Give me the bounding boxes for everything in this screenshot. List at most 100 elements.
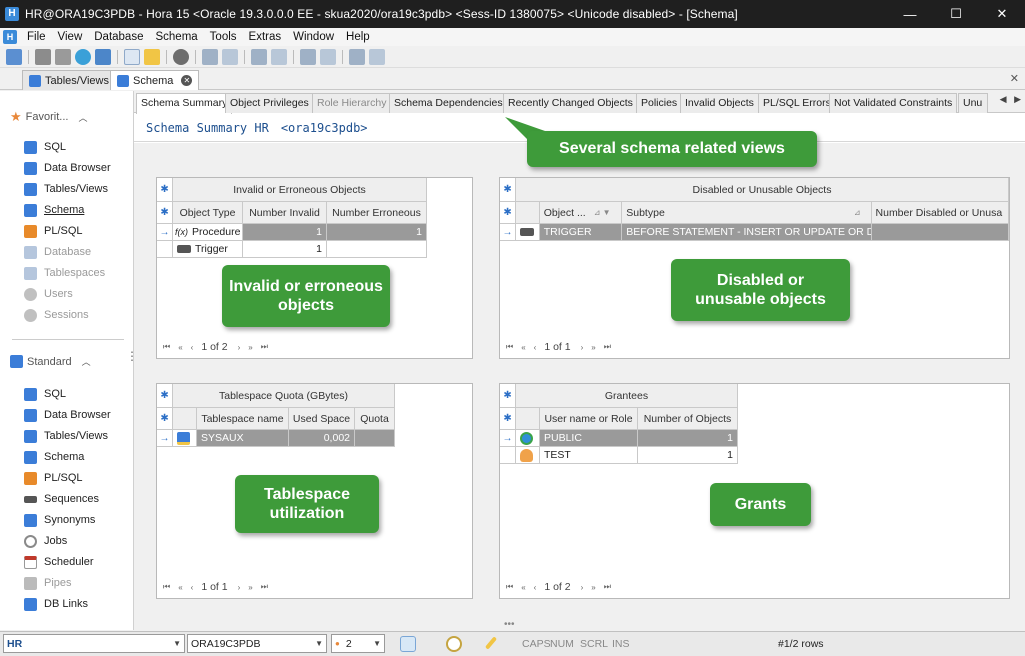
favorite-item-sql[interactable]: SQL xyxy=(24,138,66,156)
grid-options-icon[interactable]: ✱ xyxy=(500,202,516,224)
last-page-icon[interactable]: ⏭ xyxy=(261,582,268,592)
column-header[interactable]: Subtype ⊿ xyxy=(622,202,872,224)
column-header[interactable]: Number Disabled or Unusa xyxy=(871,202,1009,224)
splitter-grip-icon[interactable]: ••• xyxy=(504,619,515,630)
standard-item-data-browser[interactable]: Data Browser xyxy=(24,406,111,424)
menu-window[interactable]: Window xyxy=(287,31,340,43)
subtab-role-hierarchy[interactable]: Role Hierarchy xyxy=(312,93,392,113)
last-page-icon[interactable]: ⏭ xyxy=(604,582,611,592)
tab-tables-views[interactable]: Tables/Views xyxy=(22,70,116,90)
print-icon[interactable] xyxy=(55,48,71,65)
prev-page-icon[interactable]: ‹ xyxy=(191,583,194,592)
standard-item-plsql[interactable]: PL/SQL xyxy=(24,469,83,487)
standard-section-header[interactable]: Standard ︿ xyxy=(10,355,91,368)
dropdown-arrow-icon[interactable]: ▼ xyxy=(173,639,181,648)
grid-options-icon[interactable]: ✱ xyxy=(157,408,173,430)
chevron-up-icon[interactable]: ︿ xyxy=(82,355,91,368)
favorites-section-header[interactable]: ★ Favorit... ︿ xyxy=(10,109,87,125)
next-group-icon[interactable]: » xyxy=(591,343,595,352)
copy-icon[interactable] xyxy=(369,48,385,65)
grid-options-icon[interactable]: ✱ xyxy=(500,178,516,202)
maximize-button[interactable]: ☐ xyxy=(933,0,979,28)
grid-options-icon[interactable]: ✱ xyxy=(157,202,173,224)
menu-tools[interactable]: Tools xyxy=(204,31,243,43)
copy-icon[interactable] xyxy=(271,48,287,65)
prev-group-icon[interactable]: « xyxy=(521,583,525,592)
open-folder-icon[interactable] xyxy=(144,48,160,65)
standard-item-synonyms[interactable]: Synonyms xyxy=(24,511,95,529)
sort-icon[interactable]: ⊿ xyxy=(854,208,861,217)
subtab-object-privileges[interactable]: Object Privileges xyxy=(225,93,314,113)
table-row[interactable]: TEST 1 xyxy=(500,447,1009,464)
database-selector[interactable]: ORA19C3PDB ▼ xyxy=(187,634,327,653)
column-header[interactable]: Quota xyxy=(355,408,395,430)
table-row[interactable]: → SYSAUX 0,002 xyxy=(157,430,472,447)
column-header[interactable]: Object ... ⊿ ▼ xyxy=(539,202,623,224)
app-menu-icon[interactable]: H xyxy=(3,30,17,44)
standard-item-tables-views[interactable]: Tables/Views xyxy=(24,427,108,445)
minimize-button[interactable]: — xyxy=(887,0,933,28)
sort-filter-icon[interactable]: ⊿ ▼ xyxy=(594,208,611,217)
pencil-icon[interactable] xyxy=(484,636,498,650)
table-row[interactable]: → PUBLIC 1 xyxy=(500,430,1009,447)
standard-item-jobs[interactable]: Jobs xyxy=(24,532,67,550)
next-group-icon[interactable]: » xyxy=(248,343,252,352)
prev-page-icon[interactable]: ‹ xyxy=(534,583,537,592)
subtab-schema-dependencies[interactable]: Schema Dependencies xyxy=(389,93,508,113)
menu-help[interactable]: Help xyxy=(340,31,376,43)
print-preview-icon[interactable] xyxy=(202,48,218,65)
copy-icon[interactable] xyxy=(320,48,336,65)
column-header[interactable]: Number Erroneous xyxy=(327,202,427,224)
next-group-icon[interactable]: » xyxy=(591,583,595,592)
next-page-icon[interactable]: › xyxy=(581,343,584,352)
print-preview-icon[interactable] xyxy=(349,48,365,65)
menu-extras[interactable]: Extras xyxy=(243,31,288,43)
grid-options-icon[interactable]: ✱ xyxy=(500,408,516,430)
prev-group-icon[interactable]: « xyxy=(521,343,525,352)
column-header[interactable]: User name or Role xyxy=(540,408,638,430)
menu-schema[interactable]: Schema xyxy=(149,31,203,43)
grid-options-icon[interactable]: ✱ xyxy=(500,384,516,408)
grid-options-icon[interactable]: ✱ xyxy=(157,384,173,408)
next-page-icon[interactable]: › xyxy=(238,343,241,352)
standard-item-db-links[interactable]: DB Links xyxy=(24,595,88,613)
table-row[interactable]: → TRIGGER BEFORE STATEMENT - INSERT OR U… xyxy=(500,224,1009,241)
next-page-icon[interactable]: › xyxy=(238,583,241,592)
monitor-icon[interactable] xyxy=(95,48,111,65)
prev-page-icon[interactable]: ‹ xyxy=(191,343,194,352)
dropdown-arrow-icon[interactable]: ▼ xyxy=(315,639,323,648)
disconnect-icon[interactable] xyxy=(35,48,51,65)
grid-options-icon[interactable]: ✱ xyxy=(157,178,173,202)
column-header[interactable]: Number of Objects xyxy=(638,408,738,430)
refresh-icon[interactable] xyxy=(75,48,91,65)
subtab-not-validated-constraints[interactable]: Not Validated Constraints xyxy=(829,93,958,113)
copy-icon[interactable] xyxy=(222,48,238,65)
chevron-right-icon[interactable]: ▶ xyxy=(1014,94,1021,104)
menu-database[interactable]: Database xyxy=(88,31,149,43)
count-selector[interactable]: ● 2 ▼ xyxy=(331,634,385,653)
favorite-item-tables-views[interactable]: Tables/Views xyxy=(24,180,108,198)
chevron-up-icon[interactable]: ︿ xyxy=(78,111,87,124)
favorite-item-plsql[interactable]: PL/SQL xyxy=(24,222,83,240)
connect-icon[interactable] xyxy=(6,48,22,65)
close-all-icon[interactable]: ✕ xyxy=(1010,72,1019,85)
next-group-icon[interactable]: » xyxy=(248,583,252,592)
first-page-icon[interactable]: ⏮ xyxy=(506,582,513,592)
dropdown-arrow-icon[interactable]: ▼ xyxy=(373,639,381,648)
subtab-invalid-objects[interactable]: Invalid Objects xyxy=(680,93,759,113)
column-header[interactable]: Number Invalid xyxy=(243,202,327,224)
standard-item-scheduler[interactable]: Scheduler xyxy=(24,553,94,571)
column-header[interactable]: Used Space xyxy=(289,408,355,430)
menu-file[interactable]: File xyxy=(21,31,52,43)
chevron-left-icon[interactable]: ◀ xyxy=(1000,94,1007,104)
last-page-icon[interactable]: ⏭ xyxy=(604,342,611,352)
prev-group-icon[interactable]: « xyxy=(178,343,182,352)
table-row[interactable]: → f(x) Procedure 1 1 xyxy=(157,224,472,241)
schema-selector[interactable]: HR ▼ xyxy=(3,634,185,653)
menu-view[interactable]: View xyxy=(52,31,89,43)
print-preview-icon[interactable] xyxy=(300,48,316,65)
new-document-icon[interactable] xyxy=(124,48,140,65)
favorite-item-data-browser[interactable]: Data Browser xyxy=(24,159,111,177)
first-page-icon[interactable]: ⏮ xyxy=(163,582,170,592)
print-preview-icon[interactable] xyxy=(251,48,267,65)
